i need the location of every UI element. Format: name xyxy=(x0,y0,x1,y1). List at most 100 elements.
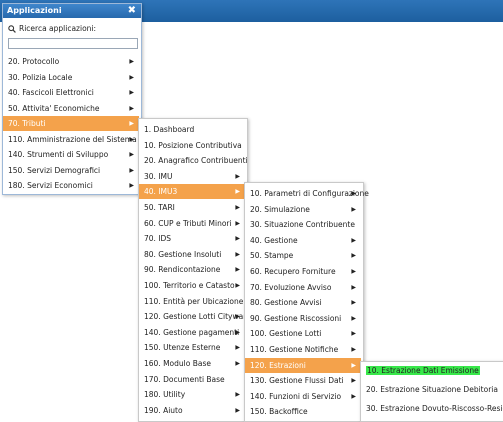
tributi-item[interactable]: 190. Aiuto ▶ xyxy=(139,403,245,418)
app-item[interactable]: 30. Polizia Locale ▶ xyxy=(3,70,139,85)
chevron-right-icon: ▶ xyxy=(129,151,134,158)
app-item-label: 40. Fascicoli Elettronici xyxy=(8,88,94,97)
app-item[interactable]: 50. Attivita' Economiche ▶ xyxy=(3,101,139,116)
app-item[interactable]: 70. Tributi ▶ xyxy=(3,116,139,131)
tributi-item[interactable]: 170. Documenti Base xyxy=(139,372,245,387)
imu3-item-label: 80. Gestione Avvisi xyxy=(250,298,322,308)
imu3-item[interactable]: 140. Funzioni di Servizio ▶ xyxy=(245,389,361,404)
app-item-label: 70. Tributi xyxy=(8,119,46,128)
imu3-item[interactable]: 90. Gestione Riscossioni ▶ xyxy=(245,311,361,326)
applications-panel: Applicazioni ✖ Ricerca applicazioni: 20.… xyxy=(2,3,142,195)
imu3-item-label: 40. Gestione xyxy=(250,235,298,245)
imu3-item[interactable]: 70. Evoluzione Avviso ▶ xyxy=(245,280,361,295)
imu3-item[interactable]: 120. Estrazioni ▶ xyxy=(245,357,361,373)
tributi-item[interactable]: 30. IMU ▶ xyxy=(139,169,245,184)
chevron-right-icon: ▶ xyxy=(235,172,240,180)
tributi-item[interactable]: 110. Entità per Ubicazione xyxy=(139,294,245,309)
chevron-right-icon: ▶ xyxy=(129,73,134,81)
imu3-item-label: 30. Situazione Contribuente xyxy=(250,220,355,230)
chevron-right-icon: ▶ xyxy=(351,346,356,353)
tributi-item[interactable]: 90. Rendicontazione ▶ xyxy=(139,262,245,277)
tributi-item[interactable]: 160. Modulo Base ▶ xyxy=(139,356,245,371)
estrazioni-item[interactable]: 30. Estrazione Dovuto-Riscosso-Residuo xyxy=(361,401,503,416)
tributi-item[interactable]: 100. Territorio e Catasto ▶ xyxy=(139,278,245,293)
tributi-item[interactable]: 70. IDS ▶ xyxy=(139,231,245,246)
tributi-item[interactable]: 60. CUP e Tributi Minori ▶ xyxy=(139,216,245,231)
tributi-item-label: 110. Entità per Ubicazione xyxy=(144,296,244,306)
estrazioni-submenu: 10. Estrazione Dati Emissione 20. Estrazi… xyxy=(360,361,503,422)
tributi-item[interactable]: 80. Gestione Insoluti ▶ xyxy=(139,247,245,262)
app-item[interactable]: 180. Servizi Economici ▶ xyxy=(3,178,139,193)
tributi-item-label: 150. Utenze Esterne xyxy=(144,343,221,353)
panel-header: Applicazioni ✖ xyxy=(3,4,141,18)
chevron-right-icon: ▶ xyxy=(351,205,356,213)
app-item-label: 150. Servizi Demografici xyxy=(8,165,101,175)
imu3-item-label: 140. Funzioni di Servizio xyxy=(250,391,342,401)
imu3-item-label: 130. Gestione Flussi Dati xyxy=(250,376,344,386)
tributi-item-label: 190. Aiuto xyxy=(144,405,183,415)
imu3-item-label: 120. Estrazioni xyxy=(250,360,306,370)
imu3-item-label: 50. Stampe xyxy=(250,251,294,261)
tributi-item[interactable]: 150. Utenze Esterne ▶ xyxy=(139,340,245,355)
chevron-right-icon: ▶ xyxy=(129,166,134,174)
chevron-right-icon: ▶ xyxy=(235,219,240,227)
chevron-right-icon: ▶ xyxy=(235,344,240,352)
imu3-item[interactable]: 50. Stampe ▶ xyxy=(245,248,361,263)
search-label: Ricerca applicazioni: xyxy=(8,24,96,33)
tributi-item[interactable]: 10. Posizione Contributiva xyxy=(139,138,245,153)
close-icon[interactable]: ✖ xyxy=(128,4,136,18)
imu3-item-label: 20. Simulazione xyxy=(250,204,310,214)
app-item[interactable]: 150. Servizi Demografici ▶ xyxy=(3,163,139,178)
chevron-right-icon: ▶ xyxy=(351,190,356,197)
tributi-item-label: 60. CUP e Tributi Minori xyxy=(144,218,232,228)
imu3-item[interactable]: 80. Gestione Avvisi ▶ xyxy=(245,295,361,310)
tributi-item[interactable]: 120. Gestione Lotti Cityware ▶ xyxy=(139,309,251,324)
tributi-item[interactable]: 20. Anagrafico Contribuenti xyxy=(139,153,248,168)
chevron-right-icon: ▶ xyxy=(129,135,134,143)
imu3-item[interactable]: 130. Gestione Flussi Dati ▶ xyxy=(245,373,361,388)
tributi-item[interactable]: 140. Gestione pagamenti ▶ xyxy=(139,325,245,340)
imu3-item[interactable]: 60. Recupero Forniture ▶ xyxy=(245,264,361,279)
chevron-right-icon: ▶ xyxy=(235,282,240,289)
tributi-item[interactable]: 1. Dashboard xyxy=(139,122,245,137)
chevron-right-icon: ▶ xyxy=(351,377,356,385)
imu3-item[interactable]: 10. Parametri di Configurazione ▶ xyxy=(245,186,369,201)
imu3-item[interactable]: 150. Backoffice xyxy=(245,404,361,419)
chevron-right-icon: ▶ xyxy=(129,182,134,189)
chevron-right-icon: ▶ xyxy=(235,391,240,399)
tributi-item-label: 80. Gestione Insoluti xyxy=(144,249,222,259)
imu3-item[interactable]: 20. Simulazione ▶ xyxy=(245,202,361,217)
app-item[interactable]: 40. Fascicoli Elettronici ▶ xyxy=(3,85,139,100)
tributi-item-label: 20. Anagrafico Contribuenti xyxy=(144,156,248,166)
estrazioni-item[interactable]: 20. Estrazione Situazione Debitoria xyxy=(361,382,502,397)
chevron-right-icon: ▶ xyxy=(235,188,240,196)
imu3-item-label: 70. Evoluzione Avviso xyxy=(250,282,332,292)
search-input[interactable] xyxy=(8,38,138,49)
chevron-right-icon: ▶ xyxy=(129,120,134,127)
tributi-item-label: 100. Territorio e Catasto xyxy=(144,281,235,290)
app-item[interactable]: 110. Amministrazione del Sistema ▶ xyxy=(3,132,139,147)
app-item-label: 30. Polizia Locale xyxy=(8,72,73,82)
app-item[interactable]: 20. Protocollo ▶ xyxy=(3,54,139,69)
chevron-right-icon: ▶ xyxy=(235,250,240,258)
imu3-item[interactable]: 30. Situazione Contribuente xyxy=(245,217,361,232)
imu3-item[interactable]: 110. Gestione Notifiche ▶ xyxy=(245,342,361,357)
imu3-item[interactable]: 40. Gestione ▶ xyxy=(245,233,361,248)
tributi-item[interactable]: 50. TARI ▶ xyxy=(139,200,245,215)
imu3-item-label: 110. Gestione Notifiche xyxy=(250,345,339,354)
tributi-item[interactable]: 40. IMU3 ▶ xyxy=(139,184,245,200)
chevron-right-icon: ▶ xyxy=(351,361,356,369)
imu3-item[interactable]: 100. Gestione Lotti ▶ xyxy=(245,326,361,341)
chevron-right-icon: ▶ xyxy=(351,252,356,260)
estrazioni-item-label: 30. Estrazione Dovuto-Riscosso-Residuo xyxy=(366,404,503,413)
search-icon xyxy=(8,24,16,33)
estrazioni-item[interactable]: 10. Estrazione Dati Emissione xyxy=(361,363,502,378)
chevron-right-icon: ▶ xyxy=(129,58,134,65)
chevron-right-icon: ▶ xyxy=(235,313,240,321)
app-item[interactable]: 140. Strumenti di Sviluppo ▶ xyxy=(3,147,139,162)
chevron-right-icon: ▶ xyxy=(129,89,134,96)
app-item-label: 140. Strumenti di Sviluppo xyxy=(8,150,109,159)
tributi-item-label: 40. IMU3 xyxy=(144,187,178,197)
search-label-text: Ricerca applicazioni: xyxy=(19,24,97,33)
tributi-item[interactable]: 180. Utility ▶ xyxy=(139,387,245,402)
